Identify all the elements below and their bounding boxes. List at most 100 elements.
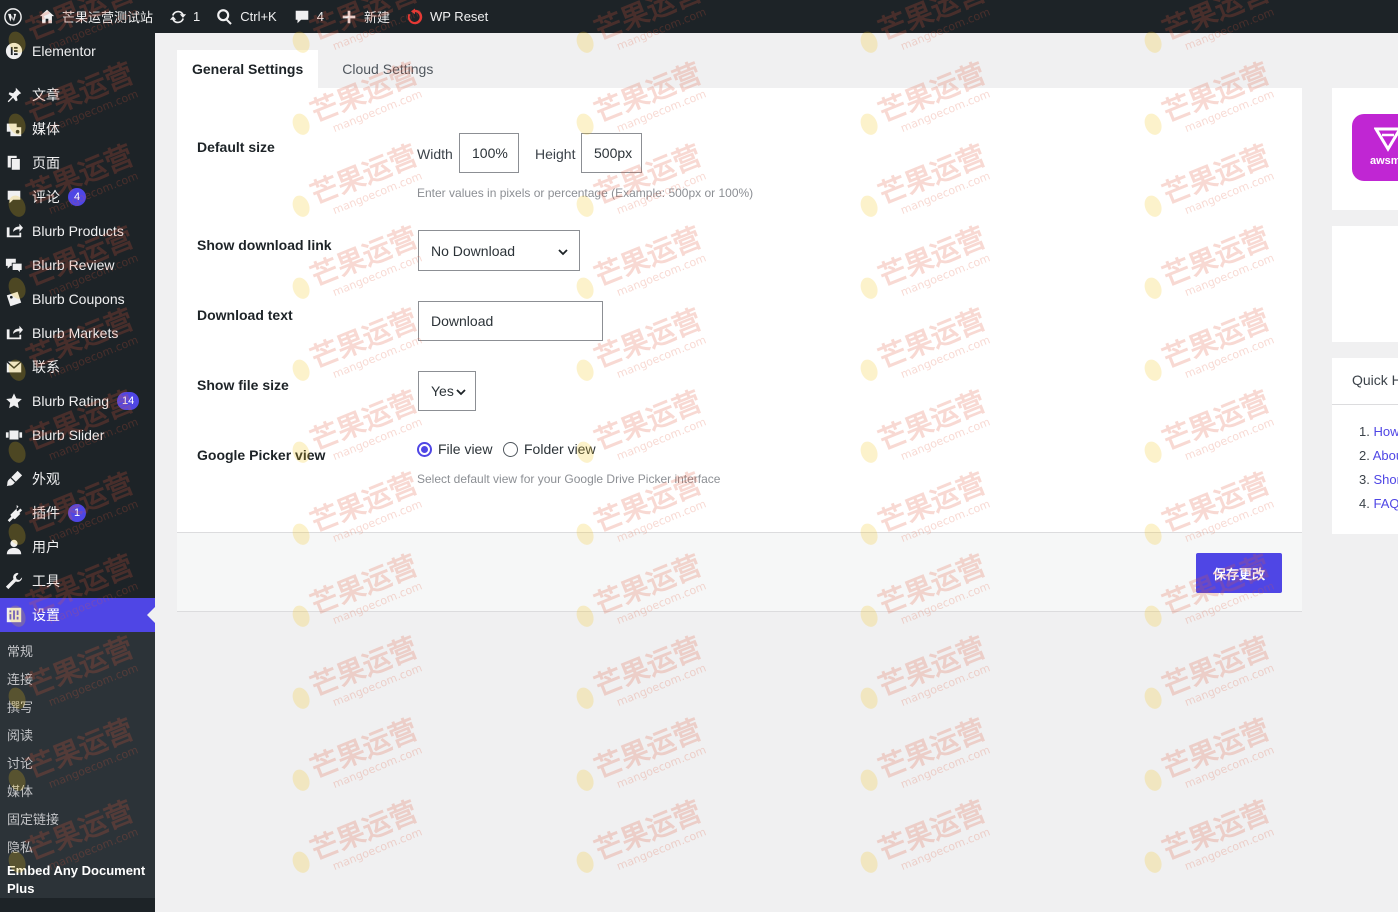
- watermark-tile: 芒果运营mangoecom.com: [860, 631, 992, 709]
- brush-icon: [4, 469, 24, 489]
- share-icon: [4, 221, 24, 241]
- sidebar-item-posts[interactable]: 文章: [0, 78, 155, 112]
- item-number: 4.: [1359, 496, 1370, 511]
- sidebar-item-blurb-coupons[interactable]: Blurb Coupons: [0, 282, 155, 316]
- watermark-title: 芒果运营: [306, 631, 422, 704]
- watermark-domain: mangoecom.com: [615, 661, 708, 709]
- mango-icon: [1144, 851, 1162, 873]
- plus-icon: [340, 8, 358, 26]
- sidebar-item-blurb-rating[interactable]: Blurb Rating 14: [0, 384, 155, 418]
- empty-card: [1332, 226, 1398, 342]
- sidebar-item-appearance[interactable]: 外观: [0, 462, 155, 496]
- file-size-select[interactable]: Yes: [418, 371, 476, 411]
- height-label: Height: [535, 146, 576, 162]
- rating-badge: 14: [117, 392, 140, 410]
- watermark-domain: mangoecom.com: [615, 743, 708, 791]
- quick-help-link[interactable]: FAQs: [1373, 496, 1398, 511]
- sidebar-item-users[interactable]: 用户: [0, 530, 155, 564]
- watermark-domain: mangoecom.com: [331, 825, 424, 873]
- file-size-label: Show file size: [197, 377, 289, 393]
- sidebar-item-plugins[interactable]: 插件 1: [0, 496, 155, 530]
- settings-submenu: 常规 连接 撰写 阅读 讨论 媒体 固定链接 隐私 Embed Any Docu…: [0, 632, 155, 898]
- search-shortcut-button[interactable]: Ctrl+K: [208, 0, 284, 33]
- settings-icon: [4, 605, 24, 625]
- sidebar-item-blurb-slider[interactable]: Blurb Slider: [0, 418, 155, 452]
- sidebar-label: 插件: [32, 505, 60, 521]
- watermark-domain: mangoecom.com: [615, 825, 708, 873]
- save-changes-button[interactable]: 保存更改: [1196, 553, 1282, 593]
- mango-icon: [1144, 687, 1162, 709]
- watermark-title: 芒果运营: [590, 631, 706, 704]
- height-input[interactable]: 500px: [581, 133, 642, 173]
- quick-help-title: Quick H: [1352, 372, 1398, 388]
- quick-help-item: 3. Shor: [1359, 472, 1398, 487]
- slider-icon: [4, 425, 24, 445]
- radio-checked-icon: [417, 441, 432, 457]
- comment-icon: [4, 187, 24, 207]
- wordpress-logo-button[interactable]: [0, 0, 30, 33]
- watermark-domain: mangoecom.com: [899, 825, 992, 873]
- download-link-label: Show download link: [197, 237, 332, 253]
- submenu-item[interactable]: 讨论: [0, 748, 155, 776]
- new-content-link[interactable]: 新建: [332, 0, 398, 33]
- sidebar-item-comments[interactable]: 评论 4: [0, 180, 155, 214]
- submenu-item[interactable]: 阅读: [0, 720, 155, 748]
- download-text-input[interactable]: Download: [418, 301, 603, 341]
- width-input[interactable]: 100%: [459, 133, 519, 173]
- plugins-badge: 1: [68, 504, 86, 522]
- mango-icon: [576, 687, 594, 709]
- wp-reset-link[interactable]: WP Reset: [398, 0, 496, 33]
- folder-view-radio[interactable]: Folder view: [503, 441, 596, 457]
- item-number: 1.: [1359, 424, 1370, 439]
- submenu-item[interactable]: 常规: [0, 636, 155, 664]
- picker-view-label: Google Picker view: [197, 447, 326, 463]
- quick-help-link[interactable]: How: [1373, 424, 1398, 439]
- submenu-item[interactable]: 媒体: [0, 776, 155, 804]
- sidebar-item-elementor[interactable]: Elementor: [0, 34, 155, 68]
- comments-badge: 4: [68, 188, 86, 206]
- admin-bar: 芒果运营测试站 1 Ctrl+K 4 新建 WP Reset: [0, 0, 1398, 33]
- sidebar-label: 设置: [32, 607, 60, 623]
- submenu-item-current[interactable]: Embed Any Document Plus: [0, 860, 155, 898]
- sidebar-item-contact[interactable]: 联系: [0, 350, 155, 384]
- quick-help-link[interactable]: Abou: [1373, 448, 1398, 463]
- coupon-icon: [4, 289, 24, 309]
- file-view-radio[interactable]: File view: [417, 441, 492, 457]
- sidebar-item-settings[interactable]: 设置: [0, 598, 155, 632]
- tab-general-settings[interactable]: General Settings: [177, 50, 319, 88]
- sidebar-item-tools[interactable]: 工具: [0, 564, 155, 598]
- wp-reset-icon: [406, 7, 424, 26]
- watermark-title: 芒果运营: [590, 713, 706, 786]
- comments-link[interactable]: 4: [285, 0, 332, 33]
- comments-count: 4: [316, 9, 324, 24]
- quick-help-card: Quick H 1. How 2. Abou 3. Shor 4. FAQs: [1332, 358, 1398, 534]
- wp-reset-label: WP Reset: [429, 9, 489, 24]
- sidebar-item-pages[interactable]: 页面: [0, 146, 155, 180]
- sidebar-item-blurb-review[interactable]: Blurb Review: [0, 248, 155, 282]
- watermark-tile: 芒果运营mangoecom.com: [1144, 795, 1276, 873]
- sidebar-item-media[interactable]: 媒体: [0, 112, 155, 146]
- sidebar-label: 文章: [32, 87, 60, 103]
- site-name-link[interactable]: 芒果运营测试站: [30, 0, 161, 33]
- submenu-item[interactable]: 固定链接: [0, 804, 155, 832]
- item-number: 2.: [1359, 448, 1370, 463]
- chevron-down-icon: [557, 245, 569, 257]
- submenu-item[interactable]: 隐私: [0, 832, 155, 860]
- submenu-item[interactable]: 连接: [0, 664, 155, 692]
- watermark-tile: 芒果运营mangoecom.com: [292, 713, 424, 791]
- download-link-select[interactable]: No Download: [418, 230, 580, 271]
- pin-icon: [4, 85, 24, 105]
- new-label: 新建: [363, 10, 390, 25]
- watermark-tile: 芒果运营mangoecom.com: [576, 631, 708, 709]
- sidebar-item-blurb-markets[interactable]: Blurb Markets: [0, 316, 155, 350]
- watermark-title: 芒果运营: [1158, 713, 1274, 786]
- tab-cloud-settings[interactable]: Cloud Settings: [327, 50, 448, 88]
- width-label: Width: [417, 146, 453, 162]
- watermark-domain: mangoecom.com: [1183, 743, 1276, 791]
- quick-help-link[interactable]: Shor: [1373, 472, 1398, 487]
- sidebar-label: Blurb Markets: [32, 325, 119, 341]
- submenu-item[interactable]: 撰写: [0, 692, 155, 720]
- mail-icon: [4, 357, 24, 377]
- updates-link[interactable]: 1: [161, 0, 208, 33]
- sidebar-item-blurb-products[interactable]: Blurb Products: [0, 214, 155, 248]
